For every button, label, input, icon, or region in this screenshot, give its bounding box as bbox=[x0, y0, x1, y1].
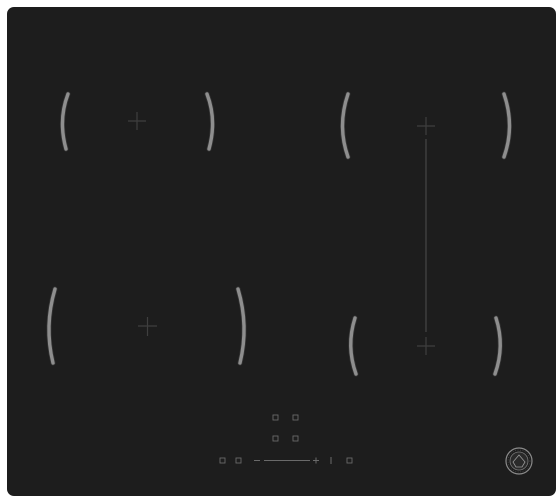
lock-button[interactable] bbox=[235, 457, 242, 464]
power-button[interactable] bbox=[219, 457, 226, 464]
zone-rear-left-center-mark bbox=[128, 112, 146, 130]
zone-front-left-center-mark bbox=[138, 317, 157, 336]
zone-select-button-rear-right[interactable] bbox=[292, 414, 299, 421]
timer-button[interactable] bbox=[346, 457, 353, 464]
zone-front-right-center-mark bbox=[417, 337, 435, 355]
zone-select-button-front-left[interactable] bbox=[272, 435, 279, 442]
plus-icon[interactable] bbox=[313, 457, 319, 464]
zone-rear-right-center-mark bbox=[417, 117, 435, 135]
touch-control-panel bbox=[219, 414, 353, 464]
zone-select-button-rear-left[interactable] bbox=[272, 414, 279, 421]
zone-front-left bbox=[46, 286, 247, 366]
cooktop-markings bbox=[46, 91, 533, 475]
zone-select-button-front-right[interactable] bbox=[292, 435, 299, 442]
zone-rear-left bbox=[60, 91, 215, 152]
brand-seal-icon bbox=[505, 447, 533, 475]
